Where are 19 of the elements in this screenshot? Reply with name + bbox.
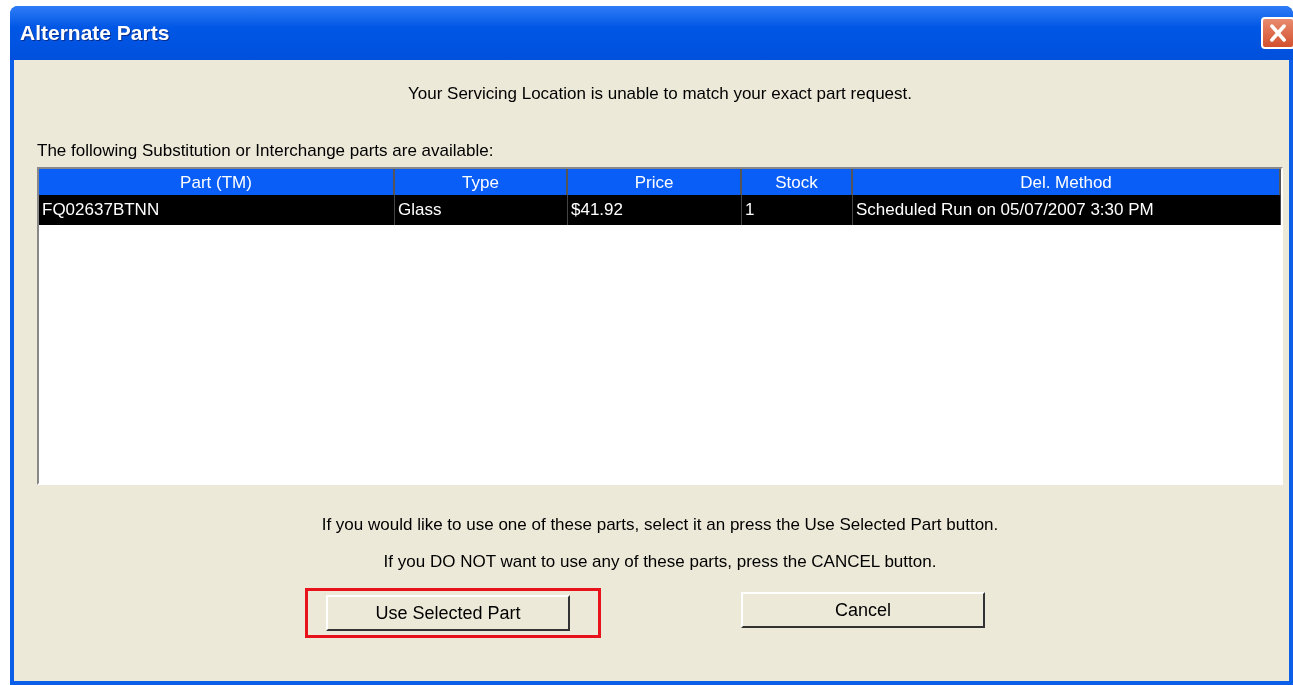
table-cell: FQ02637BTNN [39, 195, 395, 225]
dialog-button[interactable]: Cancel [741, 592, 985, 628]
table-row[interactable]: FQ02637BTNN Glass $41.92 1 Scheduled Run on 05/07/2007 3:30 PM [39, 195, 1281, 225]
list-caption: The following Substitution or Interchange parts are available: [37, 141, 495, 161]
instruction-text: If you DO NOT want to use any of these parts, press the CANCEL button. [382, 552, 938, 572]
instruction-text: If you would like to use one of these parts, select it an press the Use Selected Part button. [320, 515, 1000, 535]
column-header[interactable]: Price [568, 169, 742, 195]
column-header[interactable]: Part (TM) [39, 169, 395, 195]
column-header[interactable]: Type [395, 169, 568, 195]
message-text: Your Servicing Location is unable to match your exact part request. [407, 84, 913, 104]
table-cell: $41.92 [568, 195, 742, 225]
dialog-button[interactable]: Use Selected Part [326, 595, 570, 631]
window-title: Alternate Parts [20, 21, 170, 45]
table-cell: Glass [395, 195, 568, 225]
table-cell: 1 [742, 195, 853, 225]
table-cell: Scheduled Run on 05/07/2007 3:30 PM [853, 195, 1281, 225]
column-header[interactable]: Stock [742, 169, 853, 195]
column-header[interactable]: Del. Method [853, 169, 1281, 195]
close-icon[interactable] [1261, 17, 1293, 49]
